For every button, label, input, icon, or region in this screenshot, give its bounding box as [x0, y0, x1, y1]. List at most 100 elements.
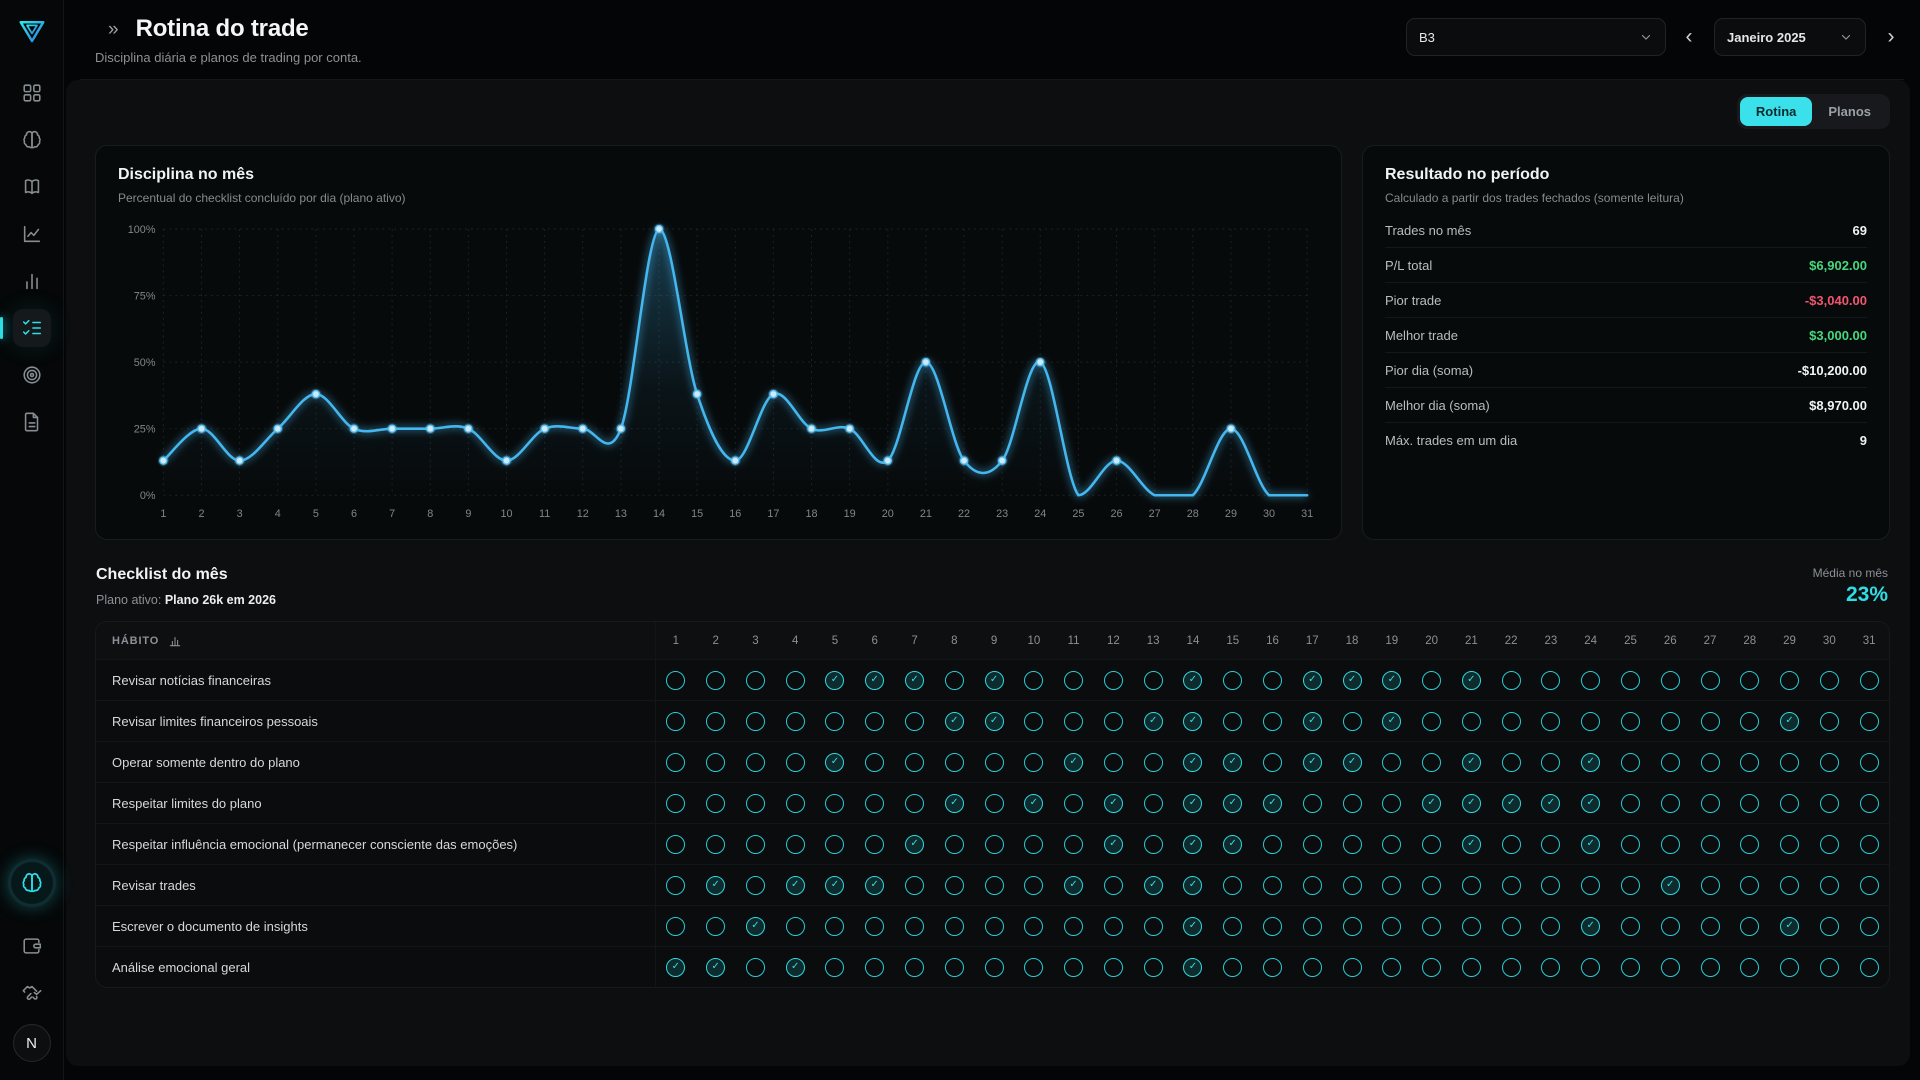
habit-check-day-31[interactable]: ✓: [1860, 835, 1879, 854]
habit-check-day-29[interactable]: ✓: [1780, 876, 1799, 895]
habit-check-day-12[interactable]: ✓: [1104, 794, 1123, 813]
habit-check-day-14[interactable]: ✓: [1183, 753, 1202, 772]
habit-check-day-26[interactable]: ✓: [1661, 712, 1680, 731]
habit-check-day-7[interactable]: ✓: [905, 917, 924, 936]
habit-check-day-29[interactable]: ✓: [1780, 958, 1799, 977]
habit-check-day-22[interactable]: ✓: [1502, 958, 1521, 977]
habit-check-day-23[interactable]: ✓: [1541, 835, 1560, 854]
habit-check-day-2[interactable]: ✓: [706, 753, 725, 772]
habit-check-day-13[interactable]: ✓: [1144, 835, 1163, 854]
habit-check-day-4[interactable]: ✓: [786, 876, 805, 895]
habit-check-day-17[interactable]: ✓: [1303, 712, 1322, 731]
habit-check-day-24[interactable]: ✓: [1581, 876, 1600, 895]
habit-check-day-30[interactable]: ✓: [1820, 671, 1839, 690]
habit-check-day-26[interactable]: ✓: [1661, 835, 1680, 854]
habit-check-day-15[interactable]: ✓: [1223, 917, 1242, 936]
habit-check-day-21[interactable]: ✓: [1462, 671, 1481, 690]
sidebar-item-book-open[interactable]: [13, 168, 51, 206]
habit-check-day-6[interactable]: ✓: [865, 671, 884, 690]
habit-check-day-10[interactable]: ✓: [1024, 794, 1043, 813]
habit-check-day-1[interactable]: ✓: [666, 794, 685, 813]
habit-check-day-22[interactable]: ✓: [1502, 917, 1521, 936]
sidebar-item-brain[interactable]: [13, 121, 51, 159]
habit-check-day-10[interactable]: ✓: [1024, 835, 1043, 854]
habit-check-day-20[interactable]: ✓: [1422, 917, 1441, 936]
habit-check-day-6[interactable]: ✓: [865, 753, 884, 772]
habit-check-day-4[interactable]: ✓: [786, 835, 805, 854]
habit-check-day-31[interactable]: ✓: [1860, 917, 1879, 936]
habit-check-day-17[interactable]: ✓: [1303, 671, 1322, 690]
habit-check-day-1[interactable]: ✓: [666, 753, 685, 772]
habit-check-day-28[interactable]: ✓: [1740, 958, 1759, 977]
habit-check-day-13[interactable]: ✓: [1144, 671, 1163, 690]
habit-check-day-26[interactable]: ✓: [1661, 876, 1680, 895]
habit-check-day-25[interactable]: ✓: [1621, 876, 1640, 895]
habit-check-day-5[interactable]: ✓: [825, 794, 844, 813]
habit-check-day-14[interactable]: ✓: [1183, 958, 1202, 977]
habit-check-day-4[interactable]: ✓: [786, 753, 805, 772]
habit-check-day-11[interactable]: ✓: [1064, 958, 1083, 977]
habit-check-day-20[interactable]: ✓: [1422, 835, 1441, 854]
habit-check-day-14[interactable]: ✓: [1183, 794, 1202, 813]
habit-check-day-28[interactable]: ✓: [1740, 671, 1759, 690]
habit-check-day-17[interactable]: ✓: [1303, 917, 1322, 936]
habit-check-day-15[interactable]: ✓: [1223, 958, 1242, 977]
habit-check-day-17[interactable]: ✓: [1303, 753, 1322, 772]
habit-check-day-13[interactable]: ✓: [1144, 753, 1163, 772]
habit-check-day-9[interactable]: ✓: [985, 917, 1004, 936]
habit-check-day-19[interactable]: ✓: [1382, 794, 1401, 813]
habit-check-day-10[interactable]: ✓: [1024, 671, 1043, 690]
habit-check-day-2[interactable]: ✓: [706, 794, 725, 813]
habit-check-day-11[interactable]: ✓: [1064, 917, 1083, 936]
habit-check-day-31[interactable]: ✓: [1860, 794, 1879, 813]
habit-check-day-21[interactable]: ✓: [1462, 794, 1481, 813]
habit-check-day-3[interactable]: ✓: [746, 917, 765, 936]
habit-check-day-27[interactable]: ✓: [1701, 712, 1720, 731]
month-select[interactable]: Janeiro 2025: [1714, 18, 1866, 56]
habit-check-day-23[interactable]: ✓: [1541, 958, 1560, 977]
discipline-line-chart[interactable]: 0%25%50%75%100%1234567891011121314151617…: [118, 215, 1319, 527]
sidebar-item-bar-chart[interactable]: [13, 262, 51, 300]
habit-check-day-13[interactable]: ✓: [1144, 794, 1163, 813]
habit-check-day-18[interactable]: ✓: [1343, 671, 1362, 690]
habit-check-day-19[interactable]: ✓: [1382, 671, 1401, 690]
habit-check-day-3[interactable]: ✓: [746, 753, 765, 772]
habit-check-day-9[interactable]: ✓: [985, 671, 1004, 690]
habit-check-day-31[interactable]: ✓: [1860, 958, 1879, 977]
habit-check-day-28[interactable]: ✓: [1740, 835, 1759, 854]
habit-check-day-11[interactable]: ✓: [1064, 876, 1083, 895]
habit-check-day-24[interactable]: ✓: [1581, 671, 1600, 690]
habit-check-day-25[interactable]: ✓: [1621, 753, 1640, 772]
habit-check-day-26[interactable]: ✓: [1661, 671, 1680, 690]
habit-check-day-24[interactable]: ✓: [1581, 753, 1600, 772]
habit-check-day-4[interactable]: ✓: [786, 712, 805, 731]
habit-check-day-18[interactable]: ✓: [1343, 958, 1362, 977]
habit-check-day-19[interactable]: ✓: [1382, 917, 1401, 936]
habit-check-day-30[interactable]: ✓: [1820, 917, 1839, 936]
habit-check-day-12[interactable]: ✓: [1104, 917, 1123, 936]
habit-check-day-13[interactable]: ✓: [1144, 876, 1163, 895]
habit-check-day-20[interactable]: ✓: [1422, 753, 1441, 772]
habit-check-day-2[interactable]: ✓: [706, 958, 725, 977]
habit-check-day-26[interactable]: ✓: [1661, 794, 1680, 813]
habit-check-day-15[interactable]: ✓: [1223, 835, 1242, 854]
habit-check-day-24[interactable]: ✓: [1581, 794, 1600, 813]
sidebar-item-wallet[interactable]: [13, 927, 51, 965]
habit-check-day-22[interactable]: ✓: [1502, 876, 1521, 895]
habit-check-day-12[interactable]: ✓: [1104, 712, 1123, 731]
habit-check-day-18[interactable]: ✓: [1343, 835, 1362, 854]
prev-month-button[interactable]: ‹: [1676, 18, 1702, 56]
habit-check-day-21[interactable]: ✓: [1462, 712, 1481, 731]
habit-check-day-18[interactable]: ✓: [1343, 712, 1362, 731]
habit-check-day-27[interactable]: ✓: [1701, 835, 1720, 854]
sidebar-item-line-chart[interactable]: [13, 215, 51, 253]
habit-check-day-9[interactable]: ✓: [985, 794, 1004, 813]
habit-check-day-3[interactable]: ✓: [746, 835, 765, 854]
habit-check-day-1[interactable]: ✓: [666, 917, 685, 936]
habit-check-day-23[interactable]: ✓: [1541, 794, 1560, 813]
habit-check-day-27[interactable]: ✓: [1701, 917, 1720, 936]
habit-check-day-30[interactable]: ✓: [1820, 753, 1839, 772]
habit-check-day-26[interactable]: ✓: [1661, 753, 1680, 772]
habit-check-day-18[interactable]: ✓: [1343, 794, 1362, 813]
next-month-button[interactable]: ›: [1878, 18, 1904, 56]
